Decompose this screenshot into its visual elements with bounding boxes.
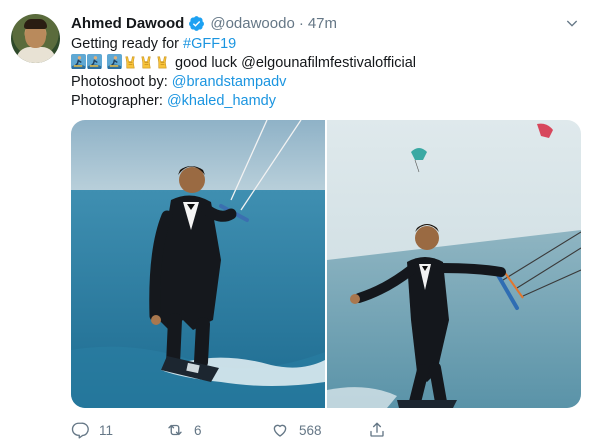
reply-action[interactable]: 11 — [71, 421, 113, 439]
photographer-label: Photographer: — [71, 93, 167, 109]
like-action[interactable]: 568 — [271, 421, 322, 439]
share-icon — [370, 422, 384, 437]
tweet-line-3: Photoshoot by: @brandstampadv — [71, 73, 581, 92]
like-count: 568 — [299, 422, 322, 438]
surfer-emoji — [71, 54, 86, 69]
kitesurf-scene-right — [327, 120, 581, 408]
tweet-media — [71, 120, 581, 408]
hashtag-link[interactable]: #GFF19 — [183, 36, 236, 52]
surfer-emoji — [87, 54, 102, 69]
tweet-timestamp[interactable]: 47m — [308, 15, 337, 32]
tweet-line-2-text: good luck @elgounafilmfestivalofficial — [175, 55, 416, 71]
tweet-line-2: good luck @elgounafilmfestivalofficial — [71, 54, 581, 73]
reply-icon — [71, 422, 89, 439]
sign-of-horns-emoji — [157, 56, 167, 69]
sign-of-horns-emoji — [141, 56, 151, 69]
photographer-mention-link[interactable]: @khaled_hamdy — [167, 93, 276, 109]
tweet-actions: 11 6 568 — [71, 421, 411, 443]
photoshoot-label: Photoshoot by: — [71, 74, 172, 90]
avatar-shirt — [16, 47, 56, 63]
kitesurf-photo-left[interactable] — [71, 120, 325, 408]
share-action[interactable] — [368, 421, 396, 439]
tweet-line-4: Photographer: @khaled_hamdy — [71, 92, 581, 111]
retweet-action[interactable]: 6 — [166, 421, 202, 439]
avatar[interactable] — [11, 14, 60, 63]
kitesurf-photo-right[interactable] — [327, 120, 581, 408]
author-handle[interactable]: @odawoodo — [210, 15, 294, 32]
avatar-hair — [24, 19, 47, 29]
tweet-card[interactable]: Ahmed Dawood @odawoodo · 47m Getting rea… — [0, 0, 592, 445]
kitesurf-scene-left — [71, 120, 325, 408]
chevron-down-icon[interactable] — [564, 15, 580, 31]
tweet-line-1-text: Getting ready for — [71, 36, 184, 52]
author-name[interactable]: Ahmed Dawood — [71, 15, 184, 32]
surfer-emoji — [107, 54, 122, 69]
tweet-line-1: Getting ready for #GFF19 — [71, 35, 581, 54]
tweet-text: Getting ready for #GFF19 good luck @elgo… — [71, 35, 581, 111]
separator-dot: · — [298, 14, 304, 32]
verified-badge-icon — [189, 15, 205, 31]
retweet-count: 6 — [194, 422, 202, 438]
heart-icon — [273, 424, 287, 437]
reply-count: 11 — [99, 422, 114, 438]
photoshoot-mention-link[interactable]: @brandstampadv — [172, 74, 287, 90]
retweet-icon — [168, 424, 182, 436]
tweet-header: Ahmed Dawood @odawoodo · 47m — [71, 13, 337, 33]
sign-of-horns-emoji — [125, 56, 135, 69]
